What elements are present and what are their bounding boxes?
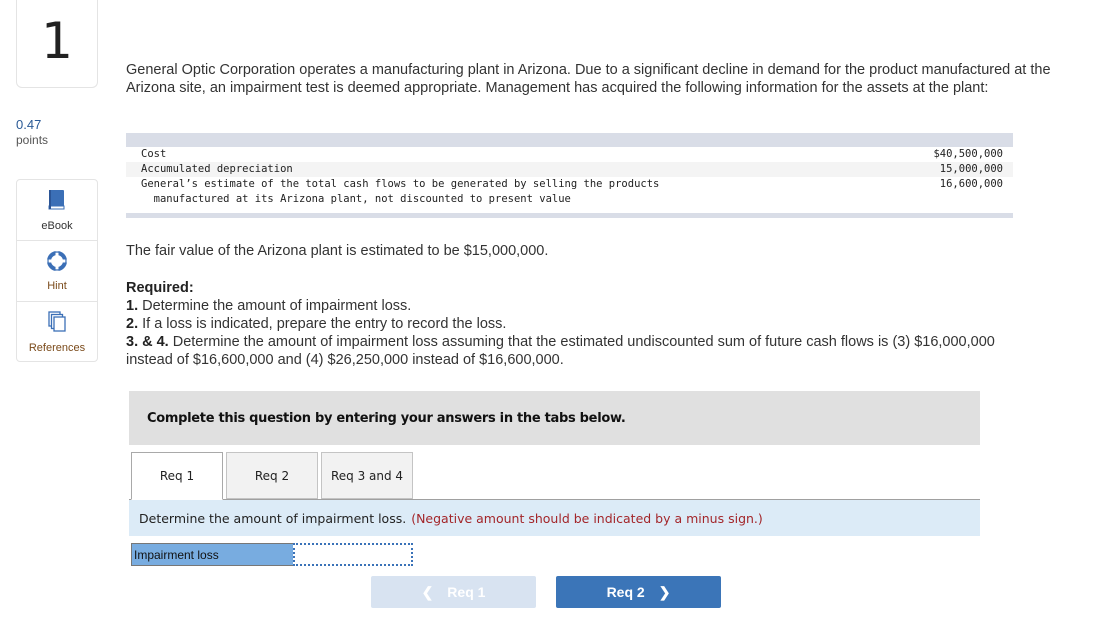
required-item-number: 2. bbox=[126, 316, 139, 332]
required-item: 3. & 4. Determine the amount of impairme… bbox=[126, 333, 996, 369]
instruction-text: Complete this question by entering your … bbox=[147, 410, 626, 426]
question-number-box: 1 bbox=[16, 0, 98, 88]
row-label: Accumulated depreciation bbox=[141, 163, 293, 175]
row-label: General’s estimate of the total cash flo… bbox=[141, 178, 660, 190]
required-item: 2. If a loss is indicated, prepare the e… bbox=[126, 315, 996, 333]
hint-button[interactable]: Hint bbox=[17, 241, 97, 302]
tab-req-3-and-4[interactable]: Req 3 and 4 bbox=[321, 452, 413, 499]
panel-instruction-text: Determine the amount of impairment loss. bbox=[139, 510, 407, 526]
lifebuoy-icon bbox=[47, 250, 67, 276]
question-number: 1 bbox=[41, 11, 73, 70]
tab-req-2[interactable]: Req 2 bbox=[226, 452, 318, 499]
fair-value-text: The fair value of the Arizona plant is e… bbox=[126, 243, 549, 259]
row-label: manufactured at its Arizona plant, not d… bbox=[141, 193, 571, 205]
table-row: Cost $40,500,000 bbox=[126, 147, 1013, 162]
table-row: manufactured at its Arizona plant, not d… bbox=[126, 192, 1013, 207]
required-section: Required: 1. Determine the amount of imp… bbox=[126, 279, 996, 369]
required-item-text: Determine the amount of impairment loss … bbox=[126, 334, 995, 368]
chevron-right-icon: ❯ bbox=[658, 583, 671, 600]
required-heading: Required: bbox=[126, 280, 194, 296]
required-item-number: 1. bbox=[126, 298, 139, 314]
impairment-loss-input[interactable] bbox=[293, 543, 413, 566]
required-item-number: 3. & 4. bbox=[126, 334, 169, 350]
book-icon bbox=[47, 189, 67, 216]
tab-req-1[interactable]: Req 1 bbox=[131, 452, 223, 500]
row-value: 15,000,000 bbox=[939, 163, 1003, 175]
table-row: Accumulated depreciation 15,000,000 bbox=[126, 162, 1013, 177]
tools-panel: eBook Hint References bbox=[16, 179, 98, 362]
panel-instruction: Determine the amount of impairment loss.… bbox=[129, 500, 980, 536]
row-value: $40,500,000 bbox=[933, 148, 1003, 160]
required-item-text: Determine the amount of impairment loss. bbox=[138, 298, 412, 314]
points-label: points bbox=[16, 133, 49, 147]
req-tabs: Req 1 Req 2 Req 3 and 4 bbox=[131, 452, 416, 500]
ebook-button[interactable]: eBook bbox=[17, 180, 97, 241]
negative-amount-note: (Negative amount should be indicated by … bbox=[411, 510, 763, 526]
prev-req-label: Req 1 bbox=[447, 584, 486, 600]
impairment-loss-label: Impairment loss bbox=[131, 543, 293, 566]
points-display: 0.47 points bbox=[16, 117, 48, 147]
instruction-box: Complete this question by entering your … bbox=[129, 391, 980, 445]
references-label: References bbox=[28, 342, 86, 354]
problem-intro: General Optic Corporation operates a man… bbox=[126, 62, 1051, 96]
table-top-band bbox=[126, 133, 1013, 147]
row-label: Cost bbox=[141, 148, 167, 160]
required-item: 1. Determine the amount of impairment lo… bbox=[126, 297, 996, 315]
required-item-text: If a loss is indicated, prepare the entr… bbox=[138, 316, 507, 332]
points-value: 0.47 bbox=[16, 117, 42, 132]
table-row: General’s estimate of the total cash flo… bbox=[126, 177, 1013, 192]
references-button[interactable]: References bbox=[17, 302, 97, 363]
documents-icon bbox=[47, 311, 67, 338]
table-bottom-band bbox=[126, 213, 1013, 218]
asset-data-table: Cost $40,500,000 Accumulated depreciatio… bbox=[126, 133, 1013, 218]
hint-label: Hint bbox=[47, 279, 67, 292]
chevron-left-icon: ❮ bbox=[421, 583, 434, 600]
next-req-button[interactable]: Req 2 ❯ bbox=[556, 576, 721, 608]
answer-row: Impairment loss bbox=[131, 543, 413, 566]
next-req-label: Req 2 bbox=[606, 584, 645, 600]
row-value: 16,600,000 bbox=[939, 178, 1003, 190]
ebook-label: eBook bbox=[41, 219, 73, 232]
prev-req-button[interactable]: ❮ Req 1 bbox=[371, 576, 536, 608]
